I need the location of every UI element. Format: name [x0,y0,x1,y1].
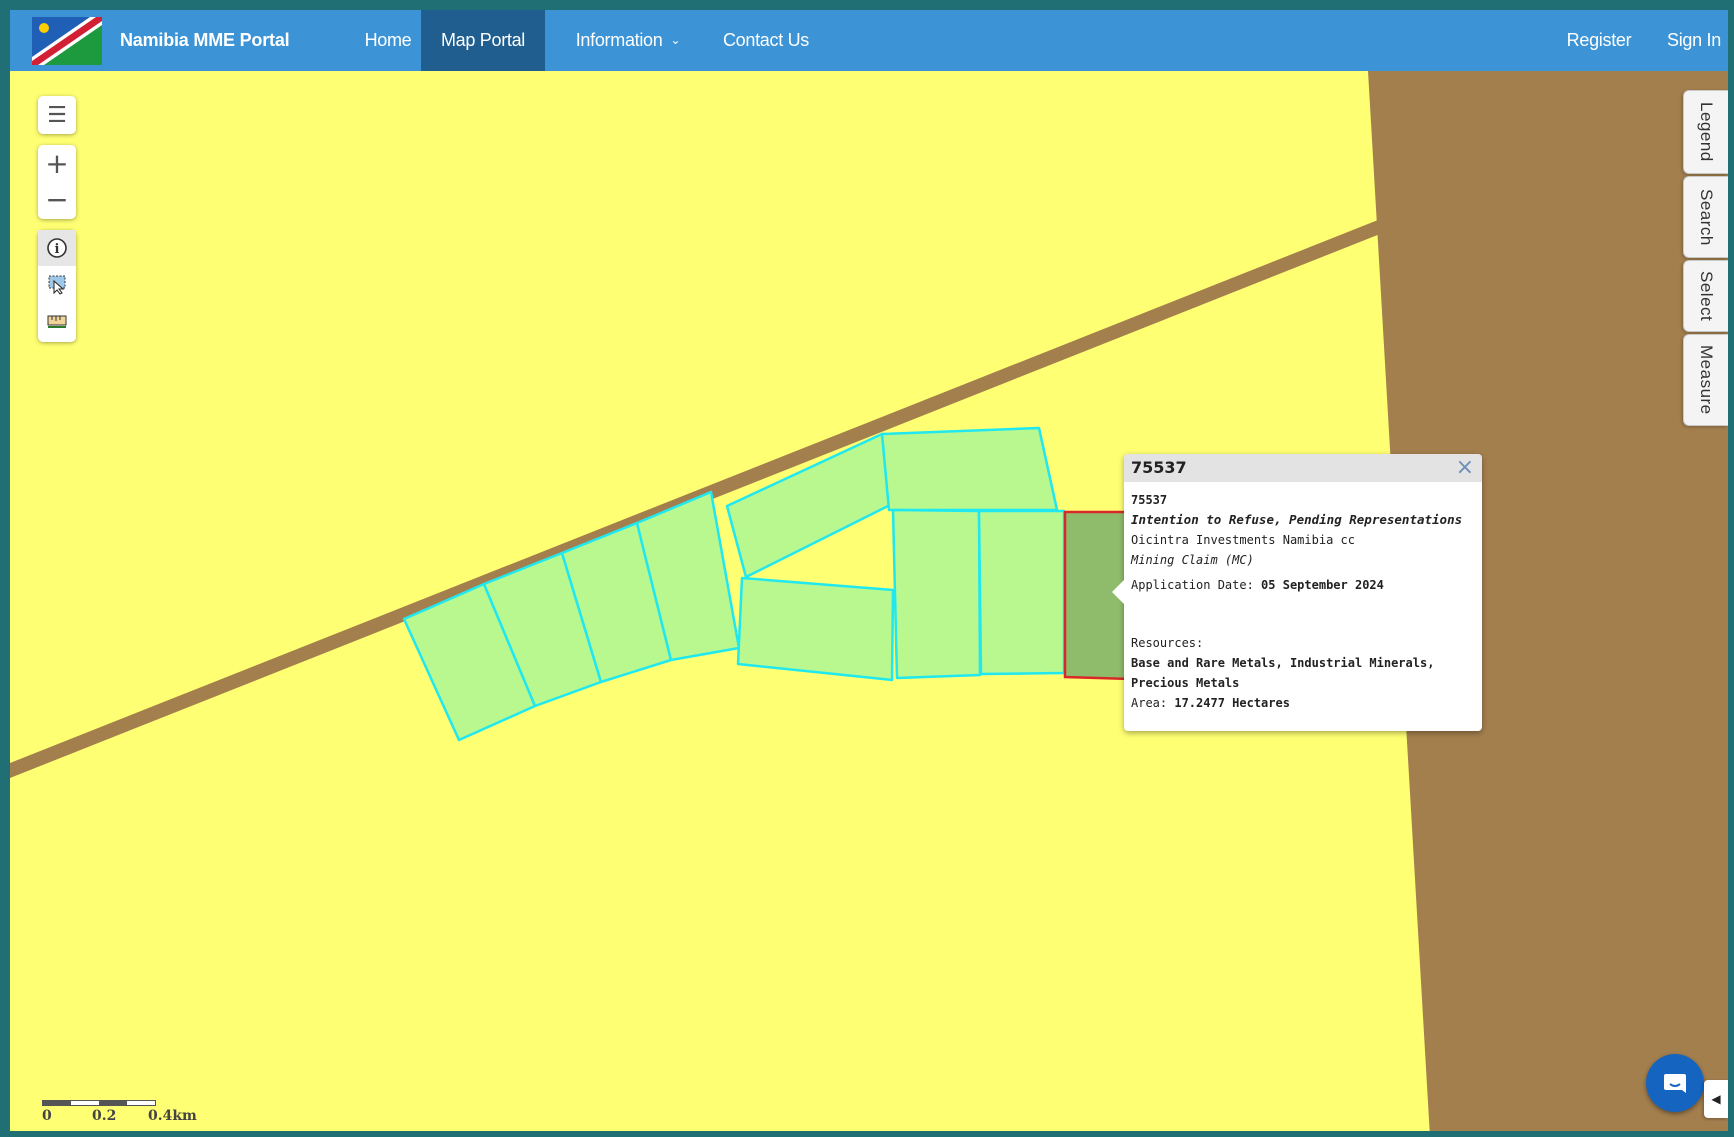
parcel [891,508,982,680]
layer-menu-control: ☰ [38,96,76,134]
popup-header: 75537 × [1124,454,1482,482]
resources-line-1: Base and Rare Metals, Industrial Mineral… [1131,656,1435,670]
nav-map-portal[interactable]: Map Portal [421,10,545,71]
collapse-panel-button[interactable]: ◀ [1704,1080,1728,1118]
area-label: Area: [1131,696,1175,710]
popup-body: 75537 Intention to Refuse, Pending Repre… [1124,482,1482,721]
top-navbar: Namibia MME Portal Home Map Portal Infor… [10,10,1728,71]
select-area-icon[interactable] [38,266,76,302]
popup-application-date: Application Date: 05 September 2024 [1131,575,1475,595]
parcel [736,576,895,682]
parcel [880,426,1059,512]
tab-measure[interactable]: Measure [1683,334,1728,426]
nav-contact-us[interactable]: Contact Us [710,10,822,71]
parcel [977,509,1066,676]
info-icon[interactable]: i [38,230,76,266]
scale-tick-1: 0.2 [92,1108,117,1124]
zoom-in-button[interactable]: + [38,145,76,181]
popup-holder: Oicintra Investments Namibia cc [1131,533,1355,547]
zoom-control: + − [38,145,76,219]
feature-popup: 75537 × 75537 Intention to Refuse, Pendi… [1112,454,1482,731]
brand-title[interactable]: Namibia MME Portal [120,10,290,71]
zoom-out-button[interactable]: − [38,181,76,217]
popup-id: 75537 [1131,493,1168,507]
close-icon[interactable]: × [1456,456,1474,480]
nav-information[interactable]: Information ⌄ [563,10,693,71]
scale-bar: 0 0.2 0.4km [42,1100,202,1124]
area-value: 17.2477 Hectares [1174,696,1290,710]
application-date-label: Application Date: [1131,578,1262,592]
application-date-value: 05 September 2024 [1261,578,1384,592]
popup-area: Area: 17.2477 Hectares [1131,693,1475,713]
tab-legend-label: Legend [1697,102,1716,162]
scale-tick-2: 0.4km [148,1108,197,1124]
tab-legend[interactable]: Legend [1683,90,1728,174]
namibia-flag-logo[interactable] [32,17,102,65]
caret-left-icon: ◀ [1711,1092,1721,1106]
popup-title: 75537 [1131,458,1187,477]
resources-label: Resources: [1131,636,1204,650]
tab-search-label: Search [1697,188,1716,246]
popup-status: Intention to Refuse, Pending Representat… [1131,512,1463,527]
scale-tick-0: 0 [42,1108,52,1124]
sign-in-link[interactable]: Sign In [1654,10,1734,71]
tab-select-label: Select [1697,270,1716,322]
chevron-down-icon: ⌄ [670,33,681,47]
tab-search[interactable]: Search [1683,176,1728,258]
menu-icon[interactable]: ☰ [38,96,76,134]
svg-text:i: i [55,242,60,257]
register-link[interactable]: Register [1554,10,1644,71]
measure-ruler-icon[interactable] [38,302,76,338]
popup-type: Mining Claim (MC) [1131,553,1254,567]
tab-select[interactable]: Select [1683,260,1728,332]
nav-information-label: Information [575,30,663,50]
resources-line-2: Precious Metals [1131,676,1240,690]
tool-control: i [38,230,76,342]
nav-home[interactable]: Home [346,10,430,71]
tab-measure-label: Measure [1697,345,1716,415]
chat-icon [1664,1074,1686,1093]
chat-button[interactable] [1646,1054,1704,1112]
